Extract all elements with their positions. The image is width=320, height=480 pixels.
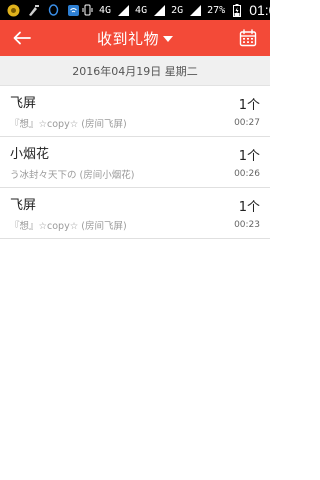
gift-sender: 『想』☆copy☆ (房间飞屏) [10, 119, 127, 130]
broom-icon [26, 3, 40, 17]
gift-name: 小烟花 [10, 147, 50, 162]
title-dropdown[interactable]: 收到礼物 [97, 28, 173, 49]
vibrate-icon [80, 3, 94, 17]
calendar-icon [239, 29, 257, 47]
network-type-1: 4G [99, 4, 112, 16]
signal-icon-2 [152, 3, 166, 17]
network-type-3: 2G [171, 4, 184, 16]
network-type-2: 4G [135, 4, 148, 16]
gift-name: 飞屏 [10, 96, 37, 111]
list-item[interactable]: 小烟花 う冰封々天下の (房间小烟花) 1个 00:26 [0, 137, 270, 188]
status-indicators: 4G 4G 2G 27% 01:02 [80, 2, 284, 18]
app-notification-icon [6, 3, 20, 17]
back-button[interactable] [10, 26, 34, 50]
app-header: 收到礼物 [0, 20, 270, 56]
gift-name: 飞屏 [10, 198, 37, 213]
date-section-header: 2016年04月19日 星期二 [0, 56, 270, 86]
calendar-button[interactable] [236, 26, 260, 50]
gift-count: 1个 [238, 98, 260, 113]
signal-icon-3 [188, 3, 202, 17]
gift-count: 1个 [238, 200, 260, 215]
arrow-left-icon [13, 31, 31, 45]
status-bar: 4G 4G 2G 27% 01:02 [0, 0, 284, 20]
gift-sender: 『想』☆copy☆ (房间飞屏) [10, 221, 127, 232]
gift-time: 00:27 [234, 118, 260, 128]
gift-time: 00:23 [234, 220, 260, 230]
date-label: 2016年04月19日 星期二 [72, 64, 198, 78]
battery-percent: 27% [207, 4, 226, 16]
list-item[interactable]: 飞屏 『想』☆copy☆ (房间飞屏) 1个 00:27 [0, 86, 270, 137]
caret-down-icon [163, 36, 173, 42]
gift-sender: う冰封々天下の (房间小烟花) [10, 170, 135, 181]
status-notifications [6, 3, 80, 17]
gift-time: 00:26 [234, 169, 260, 179]
gift-count: 1个 [238, 149, 260, 164]
gift-list: 飞屏 『想』☆copy☆ (房间飞屏) 1个 00:27 小烟花 う冰封々天下の… [0, 86, 270, 239]
list-item[interactable]: 飞屏 『想』☆copy☆ (房间飞屏) 1个 00:23 [0, 188, 270, 239]
clock: 01:02 [249, 2, 285, 18]
battery-charging-icon [230, 3, 244, 17]
page-title: 收到礼物 [96, 29, 159, 48]
qq-icon [46, 3, 60, 17]
wifi-hotspot-icon [66, 3, 80, 17]
signal-icon [116, 3, 130, 17]
